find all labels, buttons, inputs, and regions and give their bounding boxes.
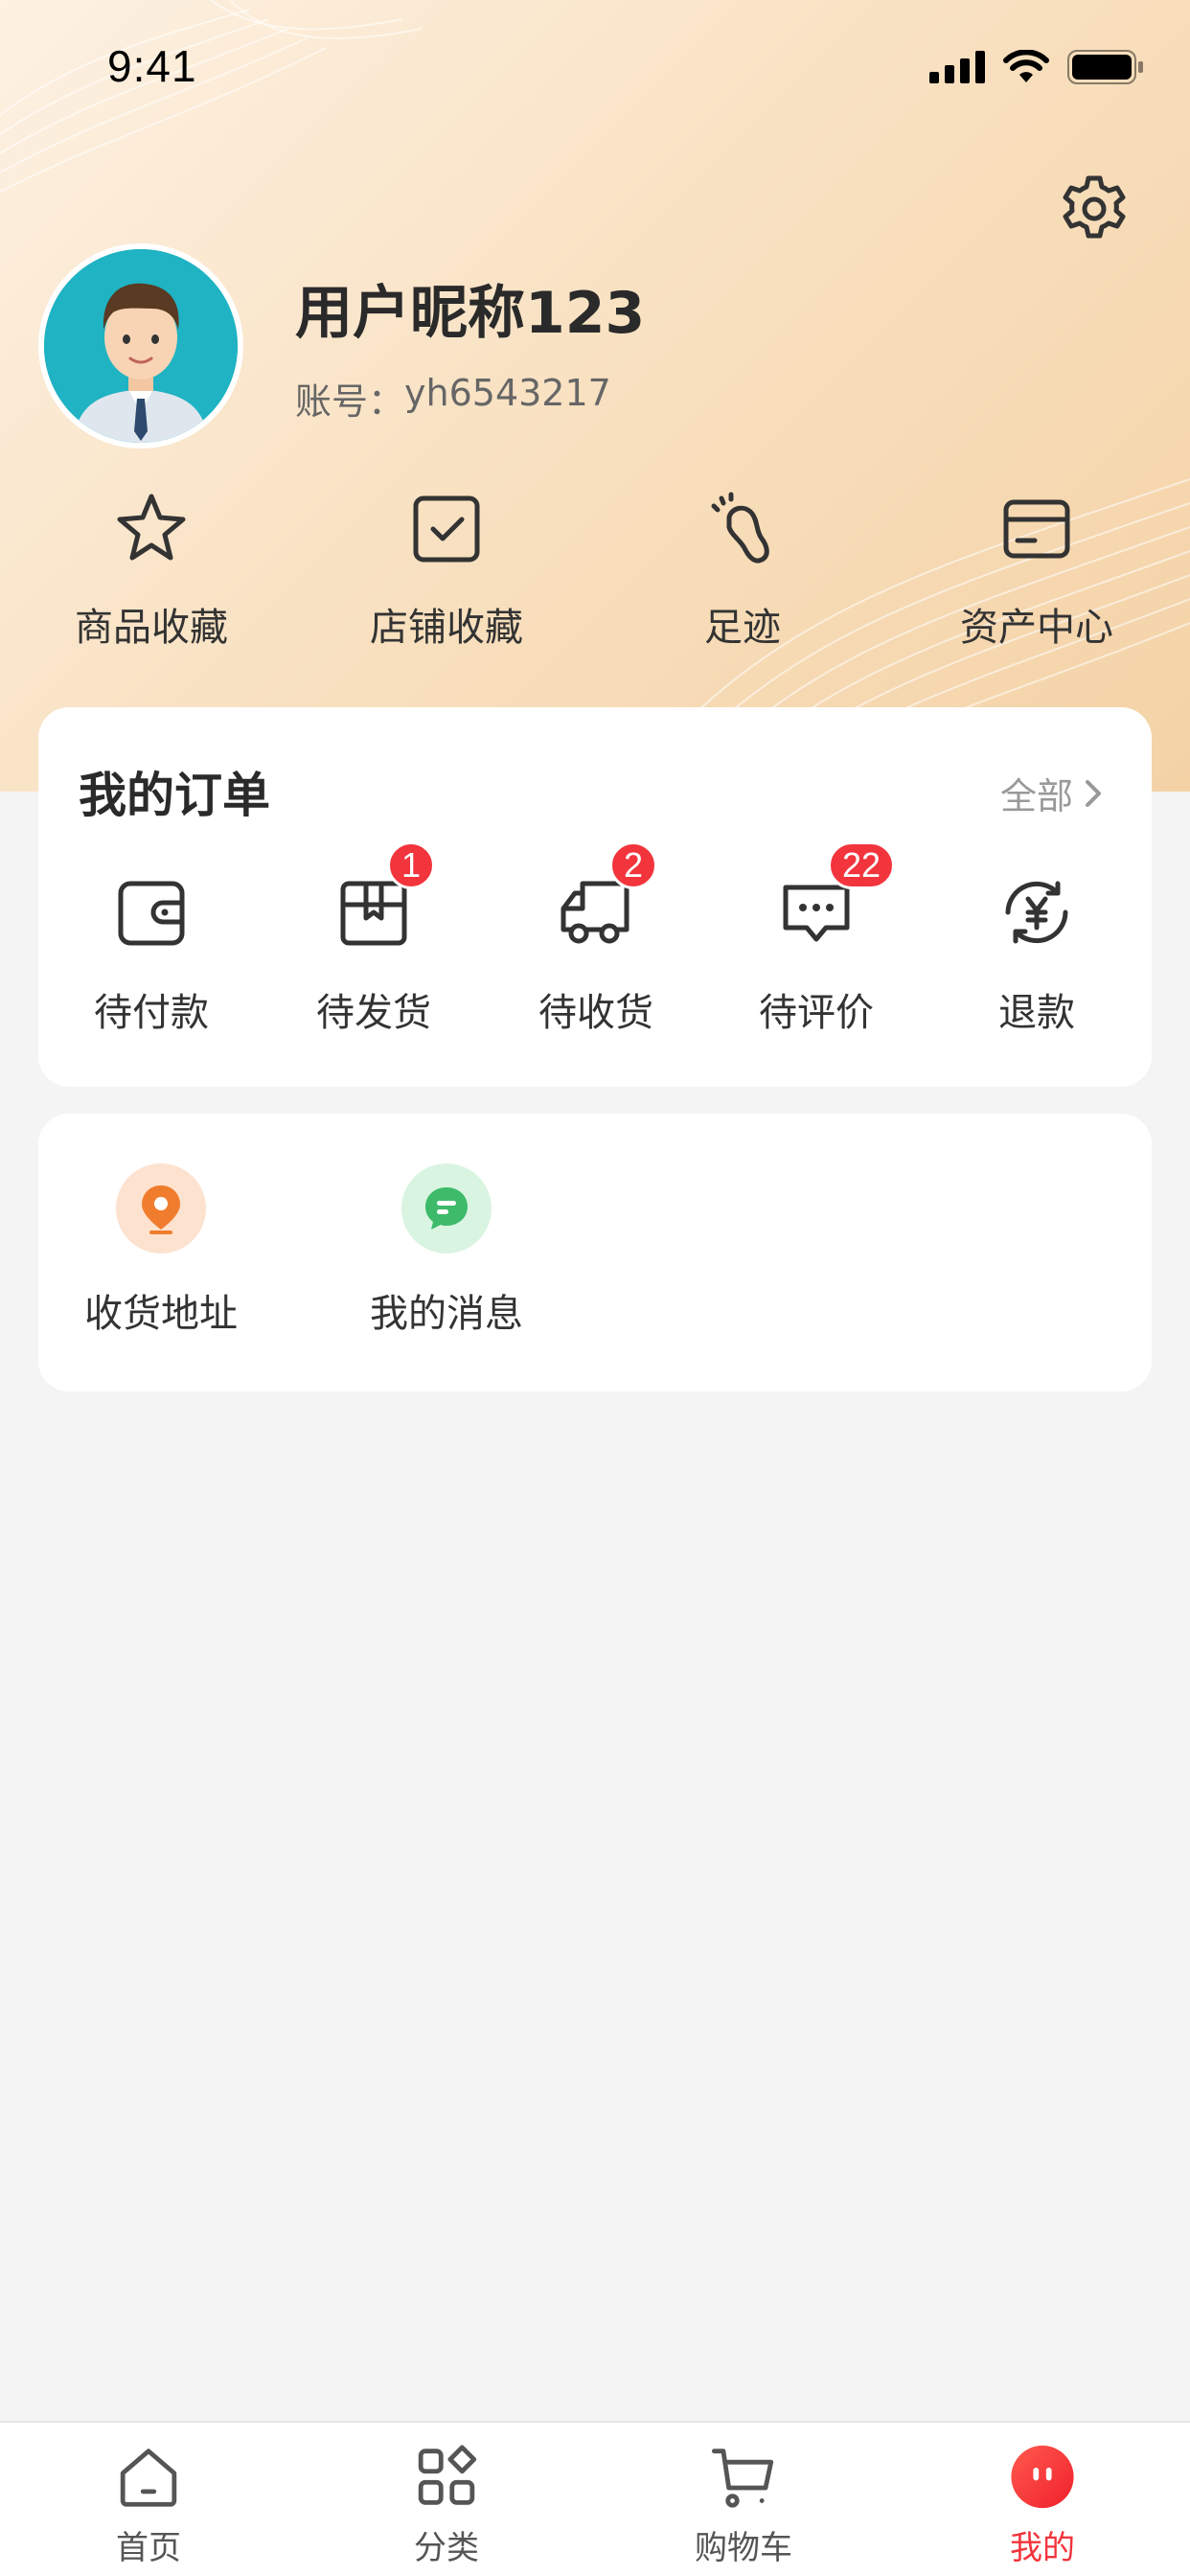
avatar[interactable] — [38, 243, 243, 448]
category-icon — [418, 2445, 477, 2505]
signal-icon — [929, 51, 985, 83]
order-item-refund[interactable]: 退款 — [941, 872, 1133, 1054]
account-row: 账号： yh6543217 — [295, 372, 611, 425]
location-pin-icon — [142, 1185, 180, 1234]
tab-cart[interactable]: 购物车 — [648, 2444, 839, 2568]
orders-all-link[interactable]: 全部 — [1000, 767, 1104, 819]
order-item-pending-payment[interactable]: 待付款 — [56, 872, 247, 1054]
quick-item-store-favorites[interactable]: 店铺收藏 — [341, 489, 552, 671]
footprint-icon — [711, 492, 769, 564]
order-item-label: 待发货 — [316, 991, 431, 1035]
order-item-label: 待评价 — [759, 991, 874, 1035]
star-icon — [117, 494, 186, 561]
orders-card: 我的订单 全部 待付款 1 待发货 2 待收货 22 待评价 退款 — [38, 707, 1152, 1087]
order-icon-wrap: 22 — [776, 841, 896, 953]
order-item-to-receive[interactable]: 2 待收货 — [500, 841, 692, 1054]
settings-button[interactable] — [1058, 172, 1131, 245]
badge-count: 1 — [387, 841, 436, 889]
services-card: 收货地址 我的消息 — [38, 1114, 1152, 1392]
checkbox-icon — [413, 495, 480, 563]
avatar-illustration — [44, 249, 238, 443]
quick-item-label: 店铺收藏 — [370, 606, 523, 650]
chevron-right-icon — [1086, 779, 1101, 807]
account-id: yh6543217 — [404, 372, 611, 414]
tab-category[interactable]: 分类 — [351, 2444, 542, 2568]
profile-face-icon — [1011, 2445, 1074, 2509]
tab-label: 购物车 — [695, 2529, 792, 2567]
quick-item-favorites[interactable]: 商品收藏 — [46, 489, 257, 671]
status-time: 9:41 — [107, 41, 197, 91]
quick-item-footprint[interactable]: 足迹 — [637, 489, 848, 671]
tab-label: 分类 — [414, 2529, 479, 2567]
order-item-to-ship[interactable]: 1 待发货 — [278, 841, 469, 1054]
order-icon-wrap: 2 — [556, 841, 658, 953]
refund-yen-icon — [1005, 881, 1068, 944]
home-icon — [120, 2449, 177, 2507]
wifi-icon — [1003, 50, 1049, 82]
order-icon-wrap: 1 — [333, 841, 436, 953]
status-icons — [929, 50, 1144, 84]
quick-entries: 商品收藏 店铺收藏 足迹 资产中心 — [0, 489, 1190, 671]
order-item-label: 待收货 — [538, 991, 653, 1035]
quick-item-label: 商品收藏 — [75, 606, 228, 650]
quick-item-label: 足迹 — [704, 606, 781, 650]
quick-item-label: 资产中心 — [960, 606, 1113, 650]
tab-label: 我的 — [1010, 2529, 1075, 2567]
gear-icon — [1063, 175, 1126, 239]
order-item-to-review[interactable]: 22 待评价 — [721, 841, 912, 1054]
user-nickname: 用户昵称123 — [295, 280, 646, 347]
orders-all-label: 全部 — [999, 775, 1073, 817]
service-icon-wrap — [116, 1163, 206, 1254]
wallet-icon — [118, 881, 185, 946]
order-icon-wrap — [996, 872, 1077, 953]
order-item-label: 退款 — [998, 991, 1075, 1035]
order-item-label: 待付款 — [94, 991, 209, 1035]
tab-bar: 首页 分类 购物车 我的 — [0, 2421, 1190, 2576]
service-icon-wrap — [401, 1163, 492, 1254]
wallet-card-icon — [1003, 499, 1070, 559]
service-item-label: 我的消息 — [370, 1292, 523, 1336]
tab-mine[interactable]: 我的 — [947, 2444, 1138, 2568]
service-item-messages[interactable]: 我的消息 — [341, 1163, 552, 1346]
service-item-label: 收货地址 — [84, 1292, 238, 1336]
badge-count: 2 — [609, 841, 658, 889]
quick-item-assets[interactable]: 资产中心 — [931, 489, 1142, 671]
battery-icon — [1067, 50, 1143, 84]
message-bubble-icon — [425, 1187, 468, 1230]
account-label: 账号： — [295, 380, 405, 423]
badge-count: 22 — [828, 841, 896, 889]
service-item-address[interactable]: 收货地址 — [56, 1163, 266, 1346]
cart-icon — [711, 2449, 774, 2508]
tab-label: 首页 — [116, 2529, 181, 2567]
orders-title: 我的订单 — [79, 768, 270, 823]
tab-home[interactable]: 首页 — [53, 2444, 244, 2568]
order-icon-wrap — [111, 872, 192, 953]
